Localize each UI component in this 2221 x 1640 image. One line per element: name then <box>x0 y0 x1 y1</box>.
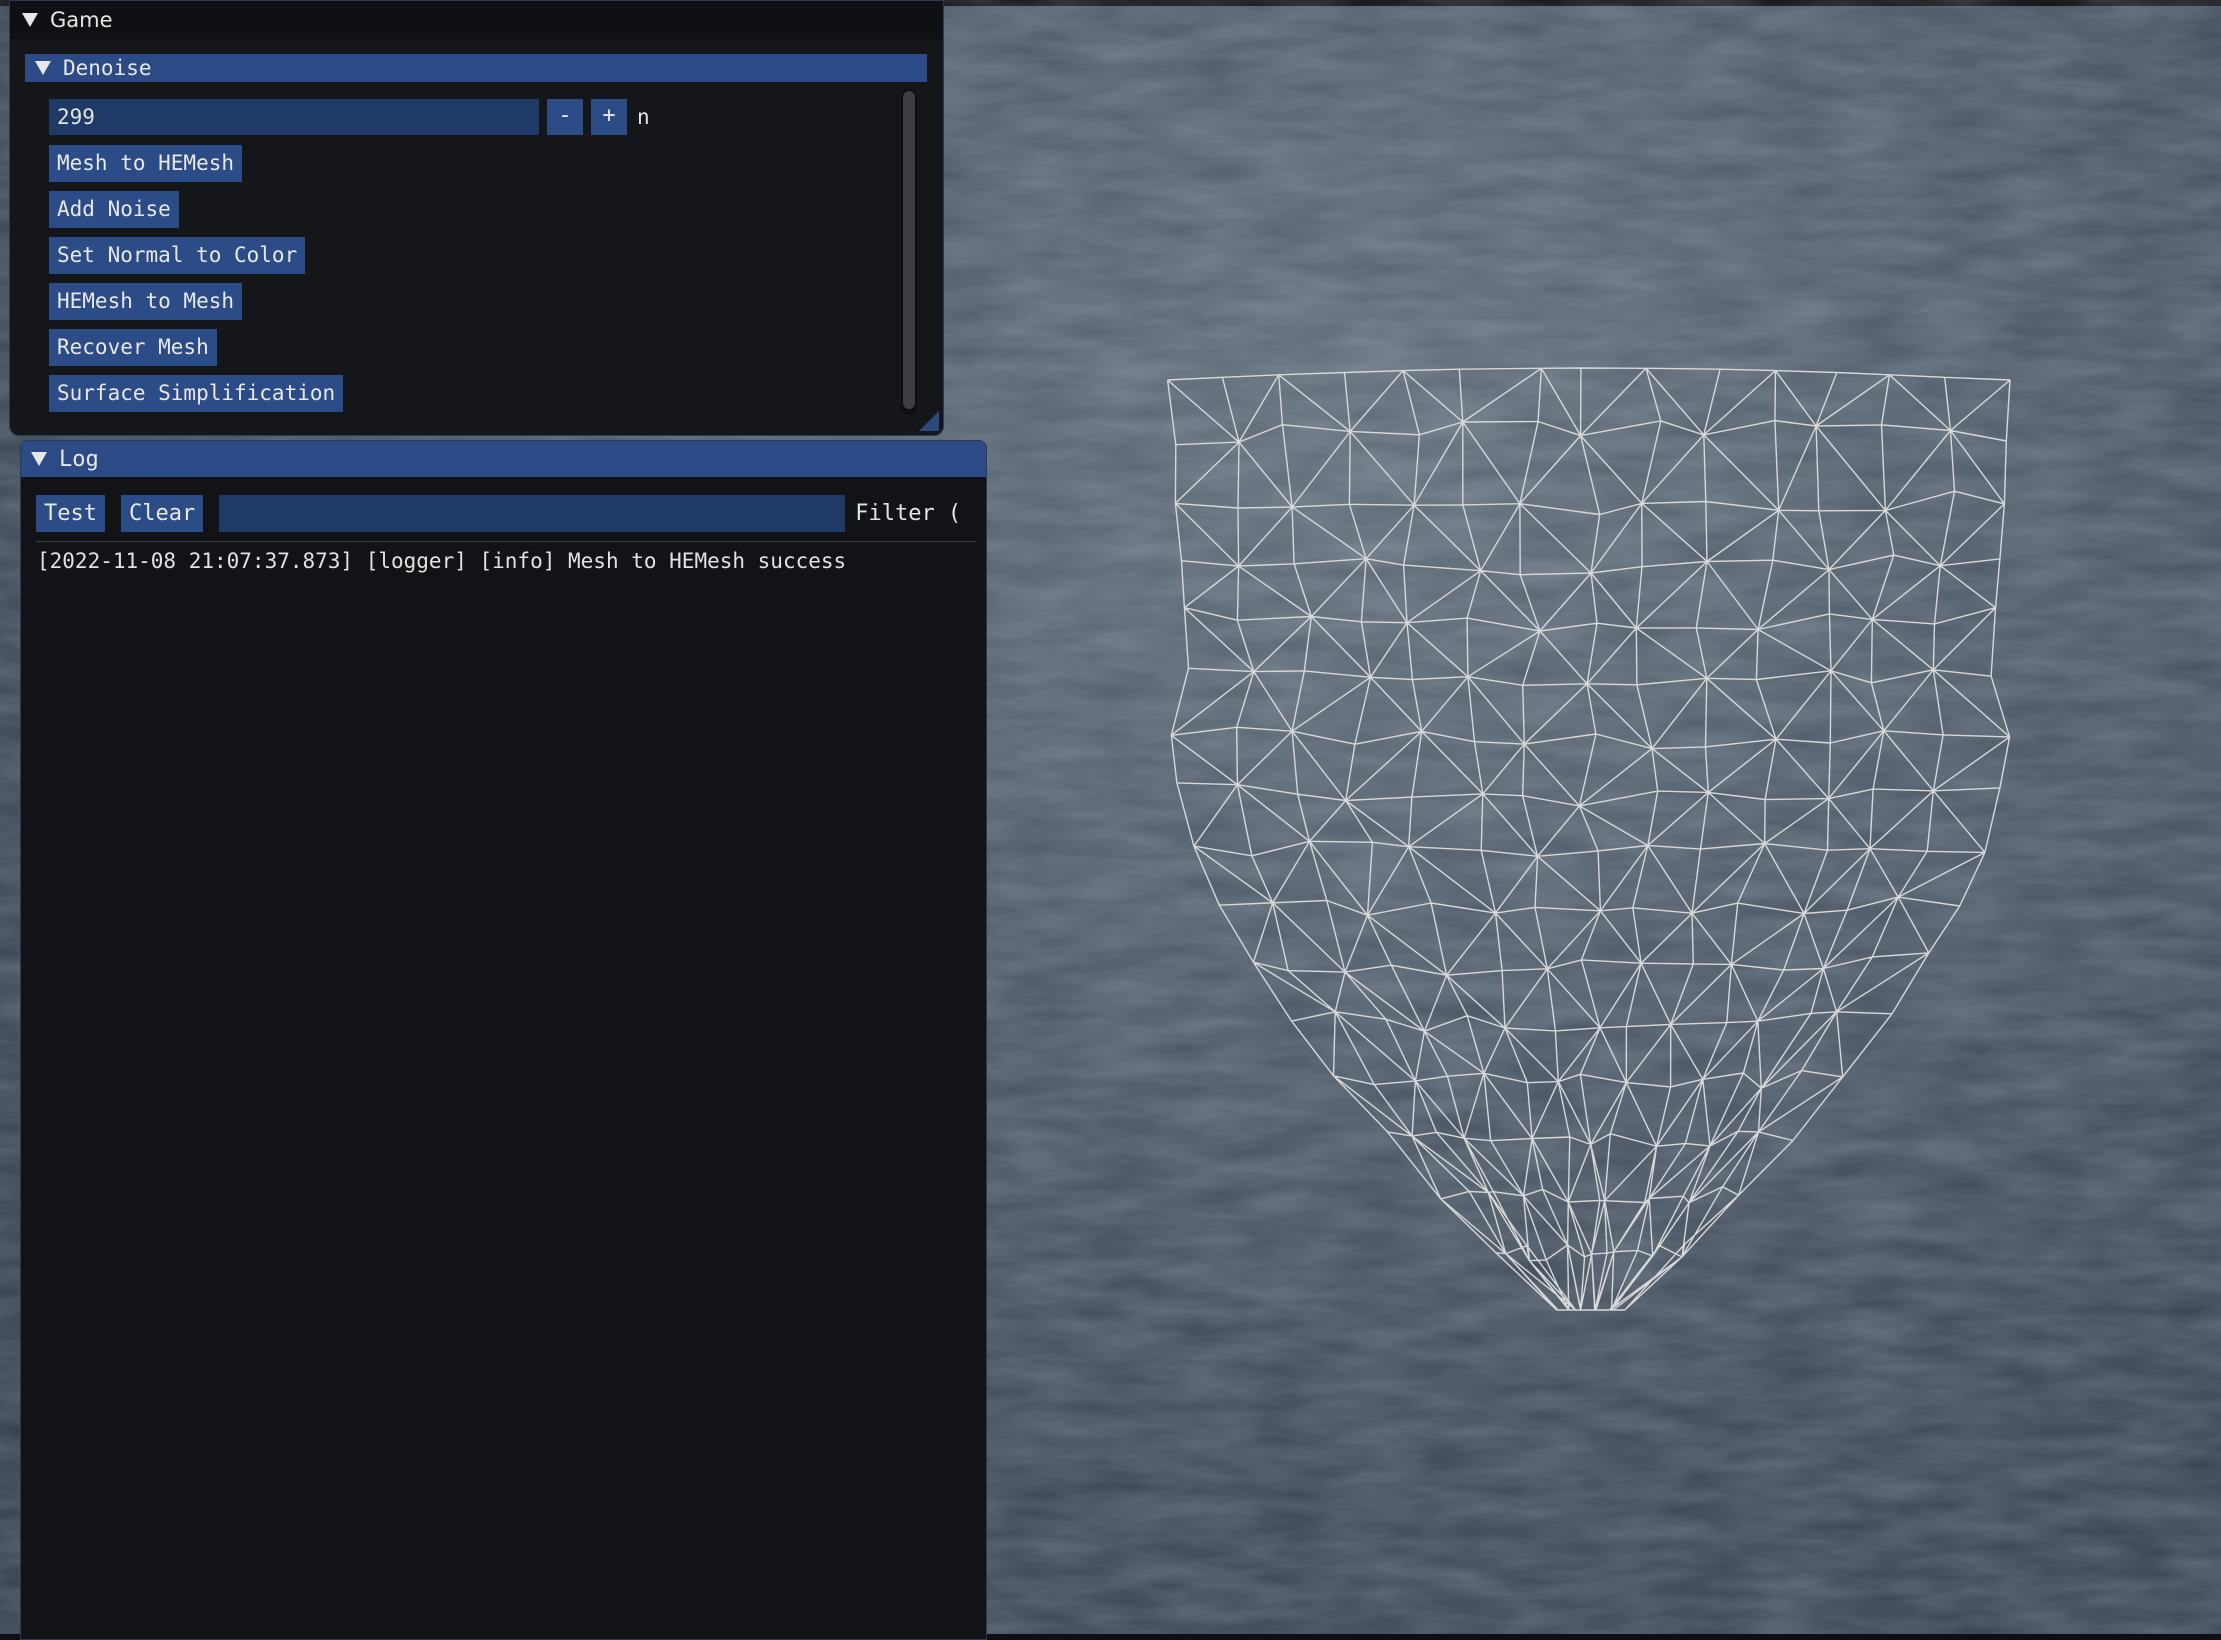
clear-button[interactable]: Clear <box>120 495 204 532</box>
denoise-section-header[interactable]: Denoise <box>25 54 927 82</box>
test-button[interactable]: Test <box>36 495 105 532</box>
triangle-down-icon <box>35 61 51 75</box>
triangle-down-icon[interactable] <box>31 452 47 466</box>
log-window-title: Log <box>59 446 99 472</box>
iterations-label: n <box>637 105 650 129</box>
denoise-scrollbar[interactable] <box>901 89 917 415</box>
game-window-titlebar[interactable]: Game <box>10 1 943 39</box>
decrement-button[interactable]: - <box>547 99 583 135</box>
log-toolbar: Test Clear Filter ( <box>36 495 961 532</box>
scrollbar-thumb[interactable] <box>903 91 915 409</box>
log-entry: [2022-11-08 21:07:37.873] [logger] [info… <box>37 549 847 573</box>
increment-button[interactable]: + <box>591 99 627 135</box>
add-noise-button[interactable]: Add Noise <box>49 191 179 228</box>
denoise-section-body: 299 - + n Mesh to HEMesh Add Noise Set N… <box>25 85 927 421</box>
log-window-titlebar[interactable]: Log <box>21 441 986 477</box>
game-window-title: Game <box>50 8 113 32</box>
set-normal-to-color-button[interactable]: Set Normal to Color <box>49 237 306 274</box>
mesh-to-hemesh-button[interactable]: Mesh to HEMesh <box>49 145 243 182</box>
game-window[interactable]: Game Denoise 299 - + n Mesh to HEMesh Ad… <box>9 0 944 436</box>
surface-simplification-button[interactable]: Surface Simplification <box>49 375 344 412</box>
denoise-section-title: Denoise <box>63 56 152 80</box>
triangle-down-icon[interactable] <box>22 13 38 27</box>
filter-label: Filter ( <box>855 501 962 526</box>
wireframe-face-mesh[interactable] <box>1150 360 2030 1340</box>
iterations-input[interactable]: 299 <box>49 99 539 135</box>
log-window[interactable]: Log Test Clear Filter ( [2022-11-08 21:0… <box>20 440 987 1640</box>
log-separator <box>36 541 976 542</box>
recover-mesh-button[interactable]: Recover Mesh <box>49 329 217 366</box>
resize-grip-icon[interactable] <box>919 411 939 431</box>
hemesh-to-mesh-button[interactable]: HEMesh to Mesh <box>49 283 243 320</box>
mesh-edges <box>1166 367 2011 1311</box>
iterations-row: 299 - + n <box>49 99 650 135</box>
filter-input[interactable] <box>219 495 846 532</box>
